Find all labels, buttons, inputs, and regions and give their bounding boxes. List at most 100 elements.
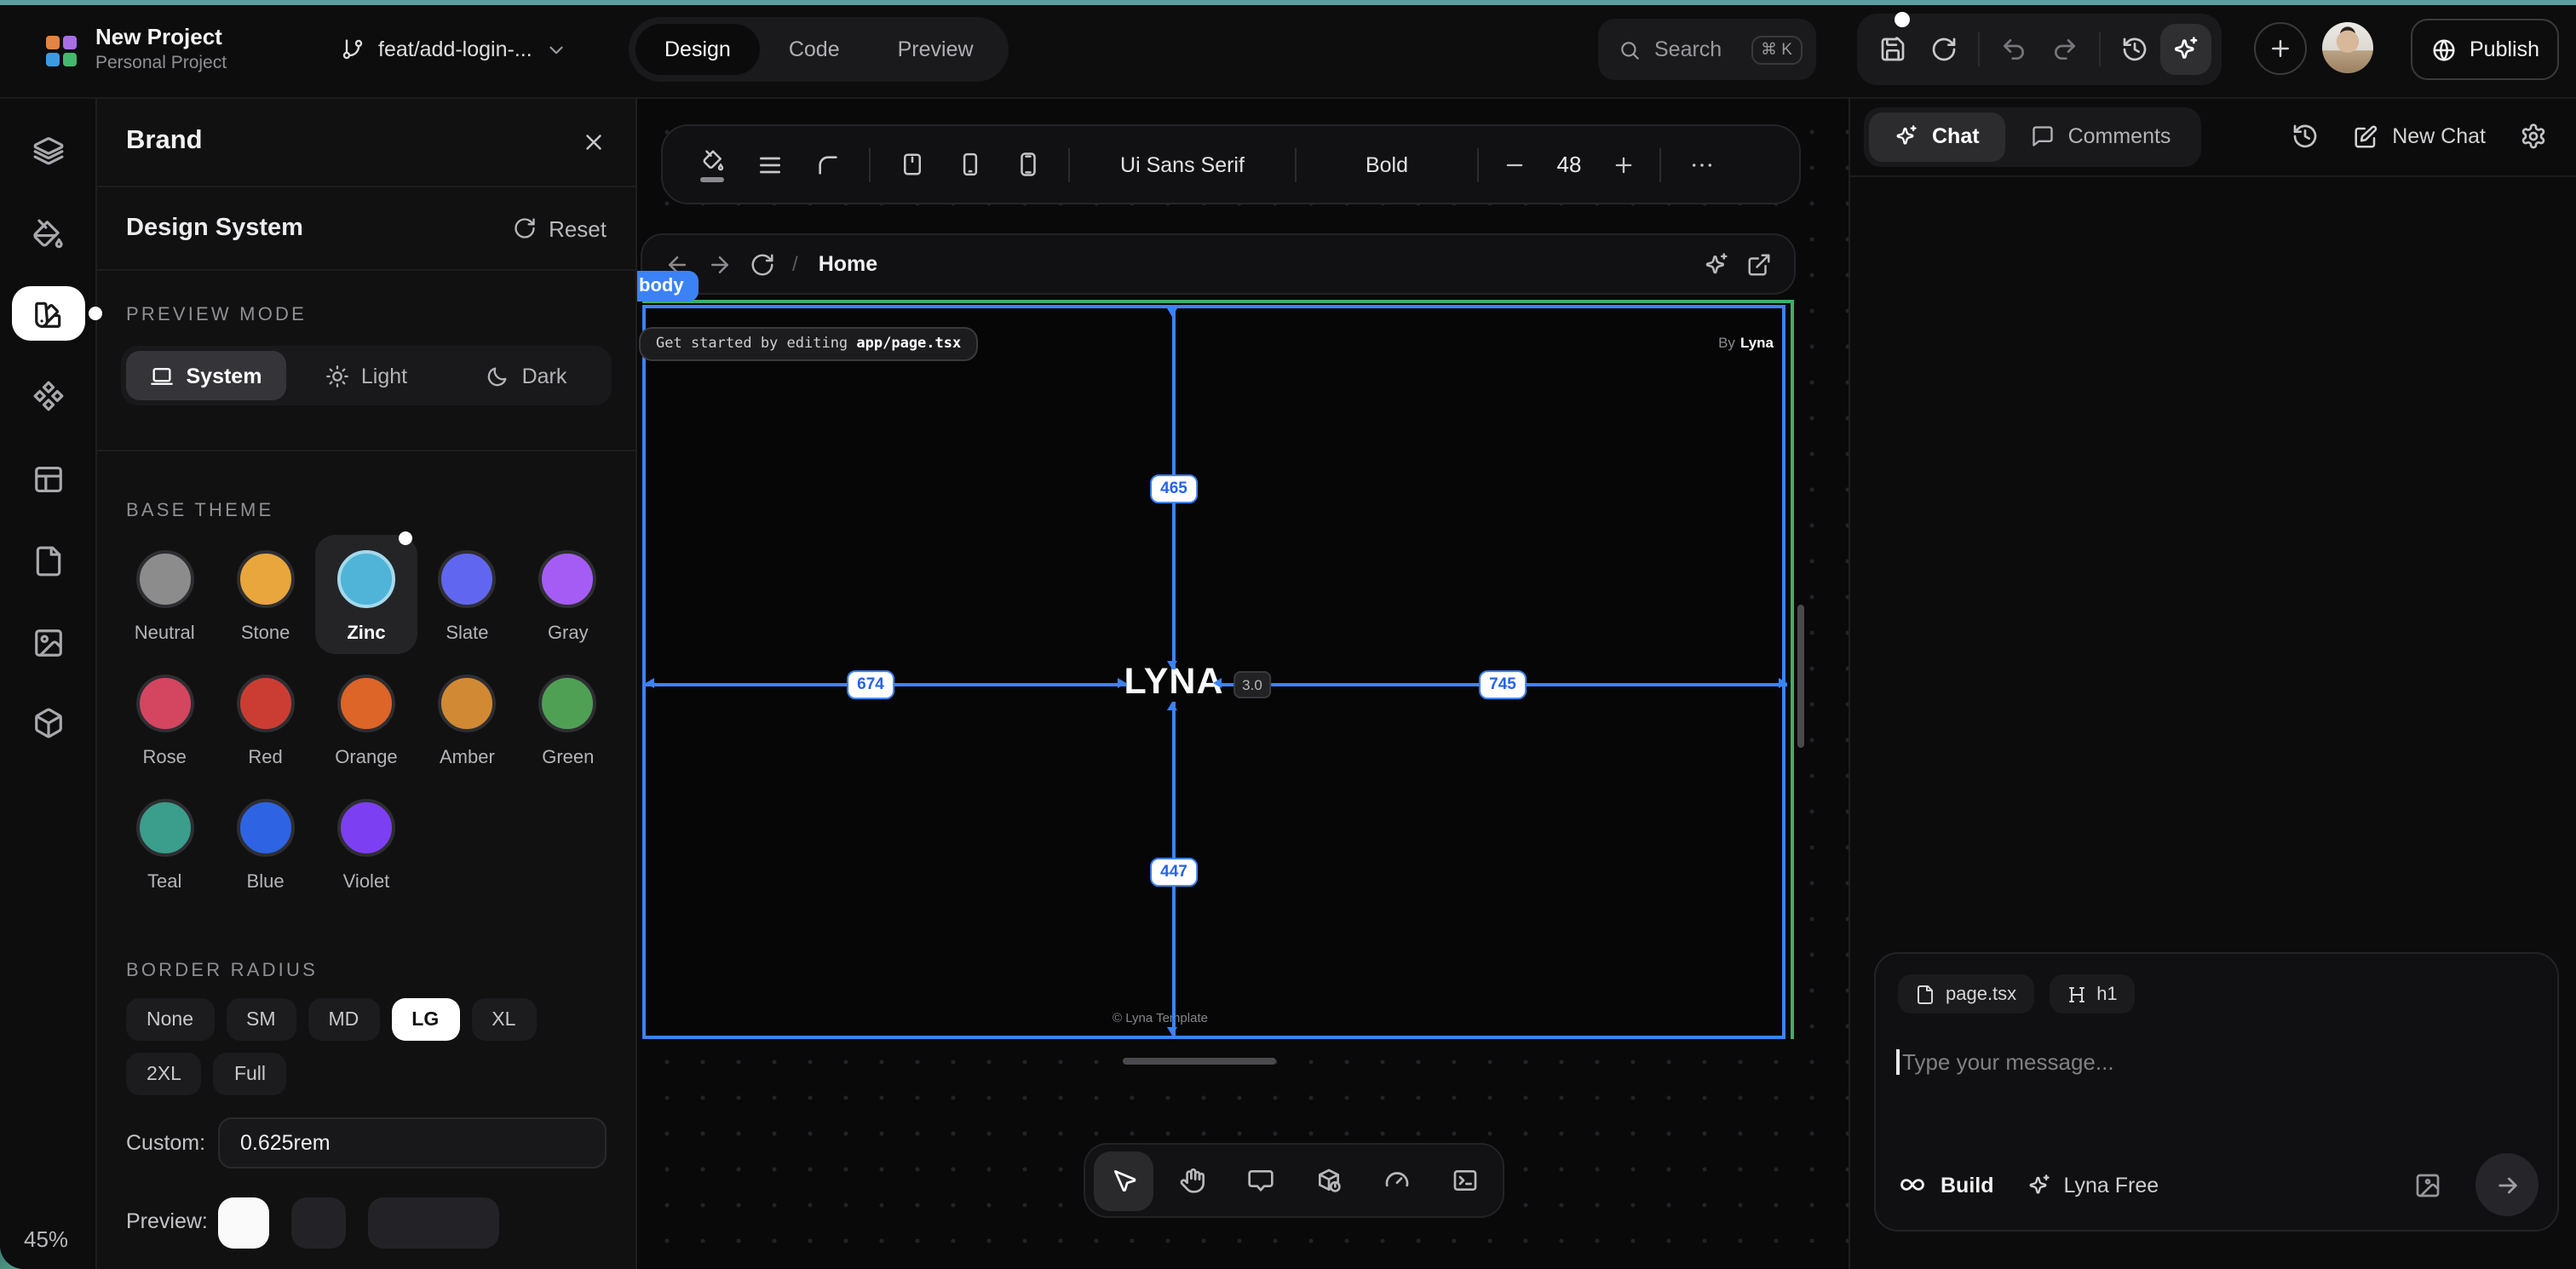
theme-swatch-blue[interactable]: Blue bbox=[215, 784, 315, 903]
console-tool-button[interactable] bbox=[1435, 1151, 1494, 1210]
radius-option-lg[interactable]: LG bbox=[391, 998, 459, 1041]
theme-swatch-amber[interactable]: Amber bbox=[417, 659, 517, 778]
model-select[interactable]: Lyna Free bbox=[2028, 1173, 2159, 1197]
sidebar-item-layout[interactable] bbox=[12, 451, 85, 506]
text-caret bbox=[1896, 1049, 1899, 1075]
layout-mobile-button[interactable] bbox=[940, 135, 998, 193]
reload-icon[interactable] bbox=[750, 251, 775, 277]
radius-option-xl[interactable]: XL bbox=[471, 998, 536, 1041]
font-family-select[interactable]: Ui Sans Serif bbox=[1082, 152, 1283, 176]
undo-button[interactable] bbox=[1988, 24, 2039, 75]
attach-image-button[interactable] bbox=[2414, 1171, 2441, 1198]
save-button[interactable] bbox=[1867, 24, 1918, 75]
ai-sparkles-button[interactable] bbox=[2160, 24, 2211, 75]
layout-frame-button[interactable] bbox=[998, 135, 1056, 193]
radius-option-2xl[interactable]: 2XL bbox=[126, 1053, 202, 1095]
divider bbox=[1477, 147, 1479, 181]
components-tool-button[interactable] bbox=[1298, 1151, 1358, 1210]
theme-name: Neutral bbox=[135, 623, 195, 644]
context-chip-file[interactable]: page.tsx bbox=[1898, 974, 2033, 1013]
hand-tool-button[interactable] bbox=[1162, 1151, 1222, 1210]
selected-element-tag[interactable]: body bbox=[637, 271, 699, 301]
theme-swatch-neutral[interactable]: Neutral bbox=[114, 535, 215, 654]
reset-button[interactable]: Reset bbox=[513, 215, 607, 241]
open-external-icon[interactable] bbox=[1746, 251, 1772, 277]
gear-icon[interactable] bbox=[2520, 123, 2547, 150]
chat-history-icon[interactable] bbox=[2291, 123, 2319, 150]
tab-design[interactable]: Design bbox=[635, 24, 760, 75]
app-window: New Project Personal Project feat/add-lo… bbox=[0, 0, 2576, 1269]
page-title[interactable]: Home bbox=[819, 252, 877, 276]
sidebar-item-packages[interactable] bbox=[12, 695, 85, 749]
context-chip-element[interactable]: h1 bbox=[2049, 974, 2135, 1013]
forward-icon[interactable] bbox=[707, 251, 733, 277]
horizontal-scrollbar[interactable] bbox=[1123, 1058, 1276, 1065]
sidebar-item-pages[interactable] bbox=[12, 533, 85, 588]
theme-swatch-zinc[interactable]: Zinc bbox=[316, 535, 417, 654]
publish-button[interactable]: Publish bbox=[2411, 19, 2559, 80]
radius-option-full[interactable]: Full bbox=[214, 1053, 286, 1095]
theme-swatch-teal[interactable]: Teal bbox=[114, 784, 215, 903]
theme-swatch-stone[interactable]: Stone bbox=[215, 535, 315, 654]
more-options-button[interactable] bbox=[1673, 135, 1731, 193]
app-logo[interactable] bbox=[46, 36, 75, 65]
tab-code[interactable]: Code bbox=[760, 24, 869, 75]
theme-swatch-rose[interactable]: Rose bbox=[114, 659, 215, 778]
select-tool-button[interactable] bbox=[1094, 1151, 1153, 1210]
font-size-increase-button[interactable] bbox=[1600, 135, 1647, 193]
vertical-scrollbar[interactable] bbox=[1797, 605, 1804, 748]
redo-button[interactable] bbox=[2039, 24, 2090, 75]
radius-option-none[interactable]: None bbox=[126, 998, 214, 1041]
sidebar-item-components[interactable] bbox=[12, 368, 85, 422]
sidebar-item-fill[interactable] bbox=[12, 206, 85, 261]
design-system-label: Design System bbox=[126, 215, 303, 242]
theme-swatch-gray[interactable]: Gray bbox=[518, 535, 618, 654]
preview-mode-dark[interactable]: Dark bbox=[446, 351, 607, 400]
close-icon[interactable] bbox=[581, 129, 607, 154]
branch-selector[interactable]: feat/add-login-... bbox=[341, 29, 568, 70]
measure-badge-left: 674 bbox=[847, 670, 894, 699]
radius-option-sm[interactable]: SM bbox=[226, 998, 296, 1041]
performance-tool-button[interactable] bbox=[1366, 1151, 1426, 1210]
preview-mode-system[interactable]: System bbox=[126, 351, 286, 400]
layout-tablet-button[interactable] bbox=[883, 135, 940, 193]
avatar[interactable] bbox=[2322, 22, 2373, 73]
font-size-decrease-button[interactable] bbox=[1491, 135, 1538, 193]
mode-tabs: DesignCodePreview bbox=[629, 17, 1009, 82]
mode-select[interactable]: Build bbox=[1898, 1170, 1994, 1199]
font-weight-select[interactable]: Bold bbox=[1308, 152, 1465, 176]
message-input[interactable]: Type your message... bbox=[1896, 1049, 2114, 1075]
fill-color-button[interactable] bbox=[683, 135, 741, 193]
font-size-value[interactable]: 48 bbox=[1538, 152, 1600, 177]
theme-swatch-orange[interactable]: Orange bbox=[316, 659, 417, 778]
frame-hint-text: Get started by editing app/page.tsx bbox=[639, 327, 978, 361]
ai-sparkles-icon[interactable] bbox=[1704, 251, 1729, 277]
sidebar-item-brand[interactable] bbox=[12, 286, 85, 341]
send-button[interactable] bbox=[2475, 1153, 2539, 1216]
theme-swatch-slate[interactable]: Slate bbox=[417, 535, 517, 654]
theme-swatch-violet[interactable]: Violet bbox=[316, 784, 417, 903]
tab-comments[interactable]: Comments bbox=[2005, 112, 2197, 161]
text-align-button[interactable] bbox=[741, 135, 799, 193]
tab-chat[interactable]: Chat bbox=[1869, 112, 2005, 161]
chat-composer[interactable]: page.tsx h1 Type your message... Build bbox=[1874, 952, 2559, 1232]
sidebar-item-layers[interactable] bbox=[12, 123, 85, 177]
corner-radius-button[interactable] bbox=[799, 135, 857, 193]
version-history-icon[interactable] bbox=[2109, 24, 2160, 75]
sidebar-item-assets[interactable] bbox=[12, 615, 85, 669]
search-input[interactable]: Search ⌘ K bbox=[1598, 19, 1816, 80]
preview-mode-light[interactable]: Light bbox=[286, 351, 446, 400]
radius-option-md[interactable]: MD bbox=[308, 998, 380, 1041]
custom-radius-input[interactable]: 0.625rem bbox=[218, 1117, 607, 1169]
refresh-button[interactable] bbox=[1918, 24, 1969, 75]
tab-preview[interactable]: Preview bbox=[869, 24, 1003, 75]
theme-swatch-green[interactable]: Green bbox=[518, 659, 618, 778]
add-button[interactable] bbox=[2254, 22, 2307, 75]
image-icon bbox=[32, 626, 65, 658]
theme-swatch-red[interactable]: Red bbox=[215, 659, 315, 778]
zoom-level[interactable]: 45% bbox=[24, 1226, 68, 1252]
design-canvas[interactable]: Ui Sans Serif Bold 48 / Home bbox=[637, 97, 1849, 1269]
new-chat-button[interactable]: New Chat bbox=[2353, 123, 2486, 149]
comment-tool-button[interactable] bbox=[1230, 1151, 1290, 1210]
project-info[interactable]: New Project Personal Project bbox=[95, 24, 227, 73]
